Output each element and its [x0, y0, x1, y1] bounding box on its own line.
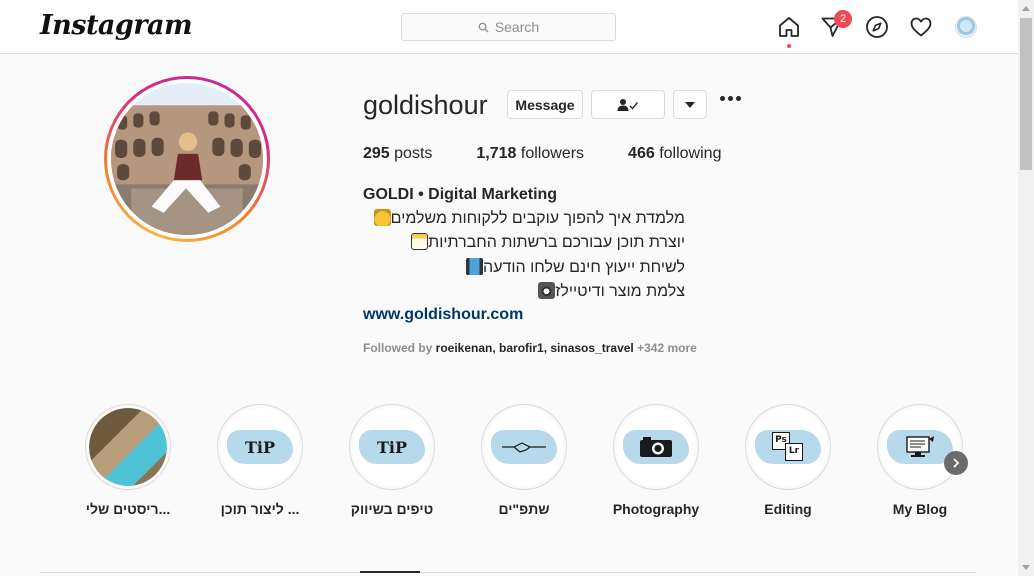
chevron-right-icon: [953, 458, 960, 468]
bio-line: מלמדת איך להפוך עוקבים ללקוחות משלמים: [363, 209, 685, 228]
camera-icon: [623, 430, 689, 464]
bio-line: צלמת מוצר ודיטיילז: [363, 282, 685, 301]
profile-full-name: GOLDI • Digital Marketing: [363, 186, 558, 203]
memo-emoji-icon: [411, 233, 429, 250]
profile-username: goldishour: [363, 90, 488, 120]
highlight-label: טיפים בשיווק: [350, 501, 434, 517]
scrollbar-thumb[interactable]: [1020, 18, 1032, 170]
more-options-icon[interactable]: [720, 96, 741, 101]
tip-icon: TiP: [359, 430, 425, 464]
home-active-indicator: [787, 44, 791, 48]
camera-emoji-icon: [538, 282, 556, 299]
profile-stats: 295 posts 1,718 followers 466 following: [363, 145, 721, 163]
profile-website-link[interactable]: www.goldishour.com: [363, 306, 523, 324]
caret-down-icon: [685, 101, 695, 108]
story-highlight[interactable]: [85, 404, 171, 490]
tabs-divider: [40, 572, 976, 573]
followed-by-text[interactable]: Followed by roeikenan, barofir1, sinasos…: [363, 341, 697, 355]
followers-link[interactable]: 1,718 followers: [476, 145, 584, 163]
highlight-label: Editing: [764, 501, 812, 517]
story-highlight[interactable]: TiP: [349, 404, 435, 490]
active-tab-indicator: [360, 571, 420, 573]
dm-notification-badge: 2: [834, 10, 852, 28]
following-button[interactable]: [591, 90, 665, 119]
home-button[interactable]: [776, 14, 802, 40]
story-highlight[interactable]: Ps Lr: [745, 404, 831, 490]
handshake-icon: [491, 430, 557, 464]
photoshop-lightroom-icon: Ps Lr: [755, 430, 821, 464]
explore-button[interactable]: [864, 14, 890, 40]
highlight-label: Photography: [612, 501, 700, 517]
tip-icon: TiP: [227, 430, 293, 464]
scroll-down-arrow-icon[interactable]: [1022, 565, 1030, 570]
scroll-up-arrow-icon[interactable]: [1022, 6, 1030, 11]
message-button[interactable]: Message: [507, 90, 583, 119]
search-input[interactable]: Search: [401, 13, 616, 41]
activity-button[interactable]: [908, 14, 934, 40]
computer-blog-icon: [887, 430, 953, 464]
highlight-label: My Blog: [892, 501, 948, 517]
home-icon: [779, 17, 799, 37]
explore-compass-icon: [866, 16, 888, 38]
user-check-icon: [617, 98, 639, 111]
bio-line: יוצרת תוכן עבורכם ברשתות החברתיות: [363, 233, 685, 252]
story-highlight[interactable]: [877, 404, 963, 490]
instagram-logo[interactable]: Instagram: [40, 10, 193, 41]
highlight-label: ליצור תוכן ...: [220, 501, 300, 517]
search-icon: [478, 22, 489, 33]
profile-picture-story-ring[interactable]: [104, 76, 270, 242]
highlight-label: שתפ"ים: [498, 501, 550, 517]
story-highlight[interactable]: [613, 404, 699, 490]
profile-picture: [111, 83, 263, 235]
mobile-phone-emoji-icon: [466, 258, 484, 275]
following-link[interactable]: 466 following: [628, 145, 721, 163]
activity-heart-icon: [910, 17, 932, 37]
page-scrollbar[interactable]: [1018, 0, 1034, 576]
highlight-cover-image: [89, 408, 167, 486]
highlights-next-button[interactable]: [944, 451, 968, 475]
search-placeholder: Search: [494, 19, 540, 35]
suggested-dropdown-button[interactable]: [673, 90, 707, 119]
highlight-label: ריסטים שלי...: [85, 501, 171, 517]
bio-line: לשיחת ייעוץ חינם שלחו הודעה: [363, 258, 685, 277]
top-navigation-bar: Instagram Search 2: [0, 0, 1018, 54]
money-bag-emoji-icon: [373, 209, 391, 226]
story-highlight[interactable]: TiP: [217, 404, 303, 490]
story-highlight[interactable]: [481, 404, 567, 490]
lightroom-icon: Lr: [785, 443, 803, 461]
profile-avatar-icon[interactable]: [955, 16, 977, 38]
posts-count: 295 posts: [363, 145, 433, 162]
